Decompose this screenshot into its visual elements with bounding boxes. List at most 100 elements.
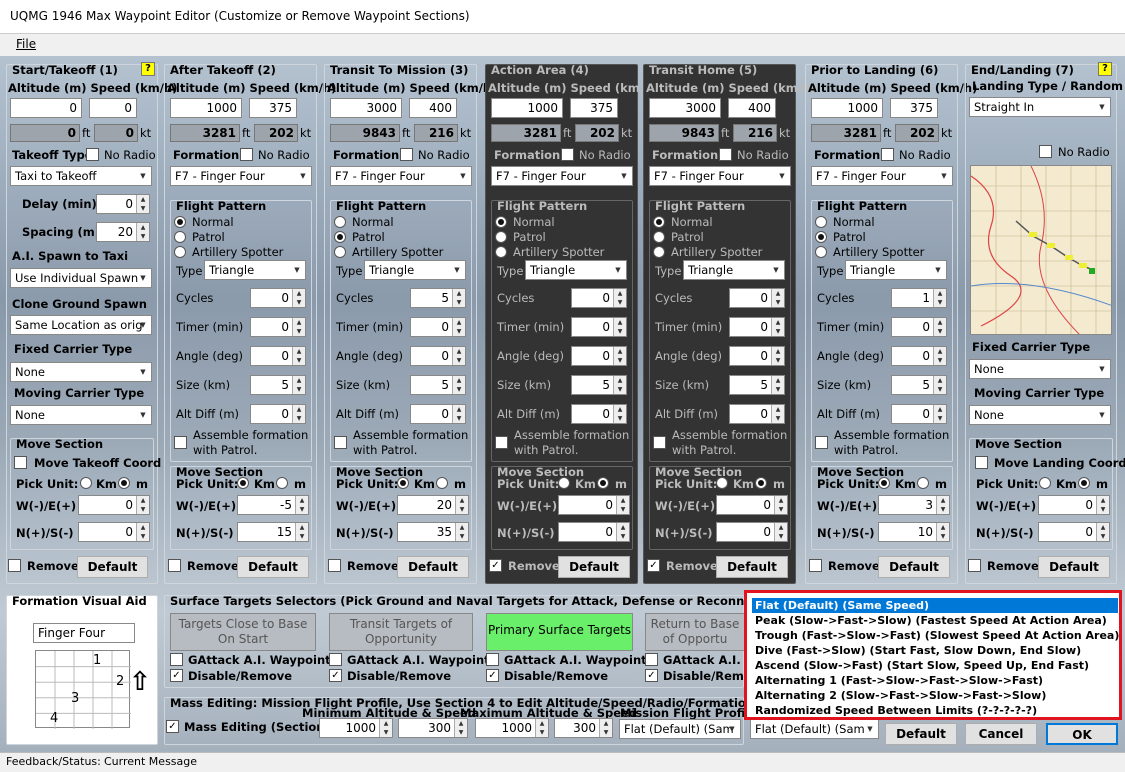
assemble-formation-checkbox[interactable]: [174, 436, 187, 449]
moving-carrier-select[interactable]: None ▼: [10, 405, 152, 425]
section-ns-stepper[interactable]: 15 ▲ ▼: [237, 522, 309, 542]
unit-m-radio[interactable]: [118, 477, 130, 489]
move-landing-checkbox[interactable]: [975, 456, 988, 469]
assemble-formation-checkbox[interactable]: [653, 436, 666, 449]
formation-select[interactable]: F7 - Finger Four ▼: [811, 166, 953, 186]
spin-arrows-icon[interactable]: ▲ ▼: [292, 376, 305, 394]
primary-surface-targets-button[interactable]: Primary Surface Targets: [486, 613, 633, 651]
start-no-radio-checkbox[interactable]: [86, 148, 99, 161]
section-ns-stepper[interactable]: 0 ▲ ▼: [716, 522, 788, 542]
end-remove-checkbox[interactable]: [968, 559, 981, 572]
section-default-button[interactable]: Default: [558, 556, 630, 578]
help-icon[interactable]: ?: [141, 62, 155, 76]
pattern-normal-radio[interactable]: [174, 216, 186, 228]
max-altitude-stepper[interactable]: 1000 ▲ ▼: [475, 718, 549, 738]
spin-arrows-icon[interactable]: ▲ ▼: [452, 347, 465, 365]
spin-arrows-icon[interactable]: ▲ ▼: [295, 496, 308, 514]
section-default-button[interactable]: Default: [237, 556, 309, 578]
pattern-patrol-radio[interactable]: [653, 231, 665, 243]
timer-stepper[interactable]: 0 ▲ ▼: [571, 317, 627, 337]
spin-arrows-icon[interactable]: ▲ ▼: [613, 405, 626, 423]
formation-select[interactable]: F7 - Finger Four ▼: [649, 166, 791, 186]
cycles-stepper[interactable]: 0 ▲ ▼: [250, 288, 306, 308]
start-default-button[interactable]: Default: [77, 556, 148, 578]
spin-arrows-icon[interactable]: ▲ ▼: [771, 405, 784, 423]
section-remove-checkbox[interactable]: [168, 559, 181, 572]
spin-arrows-icon[interactable]: ▲ ▼: [1096, 496, 1109, 514]
section-no-radio-checkbox[interactable]: [240, 148, 253, 161]
spacing-stepper[interactable]: 20 ▲ ▼: [96, 222, 150, 242]
section-we-stepper[interactable]: 20 ▲ ▼: [397, 495, 469, 515]
gattack-waypoints-checkbox[interactable]: [329, 653, 342, 666]
alt_diff-stepper[interactable]: 0 ▲ ▼: [729, 404, 785, 424]
unit-km-radio[interactable]: [716, 477, 728, 489]
takeoff-type-select[interactable]: Taxi to Takeoff ▼: [10, 166, 152, 186]
start-speed-input[interactable]: 0: [89, 98, 137, 118]
ai-spawn-select[interactable]: Use Individual Spawn ▼: [10, 268, 152, 288]
pattern-normal-radio[interactable]: [495, 216, 507, 228]
spin-arrows-icon[interactable]: ▲ ▼: [295, 523, 308, 541]
clone-spawn-select[interactable]: Same Location as orig ▼: [10, 315, 152, 335]
spin-arrows-icon[interactable]: ▲ ▼: [292, 318, 305, 336]
spin-arrows-icon[interactable]: ▲ ▼: [613, 376, 626, 394]
section-default-button[interactable]: Default: [397, 556, 469, 578]
flight-profile-option[interactable]: Randomized Speed Between Limits (?-?-?-?…: [752, 703, 1118, 718]
spin-arrows-icon[interactable]: ▲ ▼: [136, 223, 149, 241]
min-speed-stepper[interactable]: 300 ▲ ▼: [398, 718, 468, 738]
unit-m-radio[interactable]: [755, 477, 767, 489]
flight-profile-option[interactable]: Alternating 2 (Slow->Fast->Slow->Fast->S…: [752, 688, 1118, 703]
spin-arrows-icon[interactable]: ▲ ▼: [599, 719, 612, 737]
disable-remove-checkbox[interactable]: ✓: [645, 669, 658, 682]
gattack-waypoints-checkbox[interactable]: [645, 653, 658, 666]
gattack-waypoints-checkbox[interactable]: [170, 653, 183, 666]
mass-editing-checkbox[interactable]: ✓: [166, 720, 179, 733]
spin-arrows-icon[interactable]: ▲ ▼: [455, 523, 468, 541]
section-default-button[interactable]: Default: [716, 556, 788, 578]
pattern-normal-radio[interactable]: [815, 216, 827, 228]
spin-arrows-icon[interactable]: ▲ ▼: [936, 523, 949, 541]
pattern-patrol-radio[interactable]: [495, 231, 507, 243]
size-stepper[interactable]: 5 ▲ ▼: [250, 375, 306, 395]
transit-targets-button[interactable]: Transit Targets of Opportunity: [329, 613, 473, 651]
pattern-artillery-radio[interactable]: [174, 246, 186, 258]
timer-stepper[interactable]: 0 ▲ ▼: [410, 317, 466, 337]
pattern-type-select[interactable]: Triangle ▼: [683, 260, 785, 280]
section-remove-checkbox[interactable]: ✓: [489, 559, 502, 572]
flight-profile-option[interactable]: Ascend (Slow->Fast) (Start Slow, Speed U…: [752, 658, 1118, 673]
ok-button[interactable]: OK: [1046, 723, 1118, 745]
spin-arrows-icon[interactable]: ▲ ▼: [933, 289, 946, 307]
start-ns-stepper[interactable]: 0 ▲ ▼: [78, 522, 150, 542]
flight-profile-option[interactable]: Peak (Slow->Fast->Slow) (Fastest Speed A…: [752, 613, 1118, 628]
flight-profile-option[interactable]: Flat (Default) (Same Speed): [752, 598, 1118, 613]
assemble-formation-checkbox[interactable]: [334, 436, 347, 449]
pattern-artillery-radio[interactable]: [334, 246, 346, 258]
unit-m-radio[interactable]: [436, 477, 448, 489]
cancel-button[interactable]: Cancel: [965, 723, 1037, 745]
landing-type-select[interactable]: Straight In ▼: [969, 97, 1111, 117]
spin-arrows-icon[interactable]: ▲ ▼: [535, 719, 548, 737]
default-button[interactable]: Default: [885, 723, 957, 745]
end-no-radio-checkbox[interactable]: [1039, 145, 1052, 158]
spin-arrows-icon[interactable]: ▲ ▼: [774, 523, 787, 541]
disable-remove-checkbox[interactable]: ✓: [329, 669, 342, 682]
size-stepper[interactable]: 5 ▲ ▼: [729, 375, 785, 395]
formation-select[interactable]: F7 - Finger Four ▼: [491, 166, 633, 186]
pattern-artillery-radio[interactable]: [815, 246, 827, 258]
timer-stepper[interactable]: 0 ▲ ▼: [250, 317, 306, 337]
section-altitude-input[interactable]: 3000: [649, 98, 721, 118]
spin-arrows-icon[interactable]: ▲ ▼: [771, 347, 784, 365]
end-moving-carrier-select[interactable]: None ▼: [969, 405, 1111, 425]
spin-arrows-icon[interactable]: ▲ ▼: [452, 289, 465, 307]
pattern-artillery-radio[interactable]: [495, 246, 507, 258]
spin-arrows-icon[interactable]: ▲ ▼: [616, 523, 629, 541]
unit-km-radio[interactable]: [80, 477, 92, 489]
spin-arrows-icon[interactable]: ▲ ▼: [1096, 523, 1109, 541]
spin-arrows-icon[interactable]: ▲ ▼: [613, 289, 626, 307]
spin-arrows-icon[interactable]: ▲ ▼: [454, 719, 467, 737]
spin-arrows-icon[interactable]: ▲ ▼: [452, 318, 465, 336]
spin-arrows-icon[interactable]: ▲ ▼: [292, 289, 305, 307]
disable-remove-checkbox[interactable]: ✓: [170, 669, 183, 682]
timer-stepper[interactable]: 0 ▲ ▼: [891, 317, 947, 337]
section-speed-input[interactable]: 400: [409, 98, 457, 118]
size-stepper[interactable]: 5 ▲ ▼: [891, 375, 947, 395]
